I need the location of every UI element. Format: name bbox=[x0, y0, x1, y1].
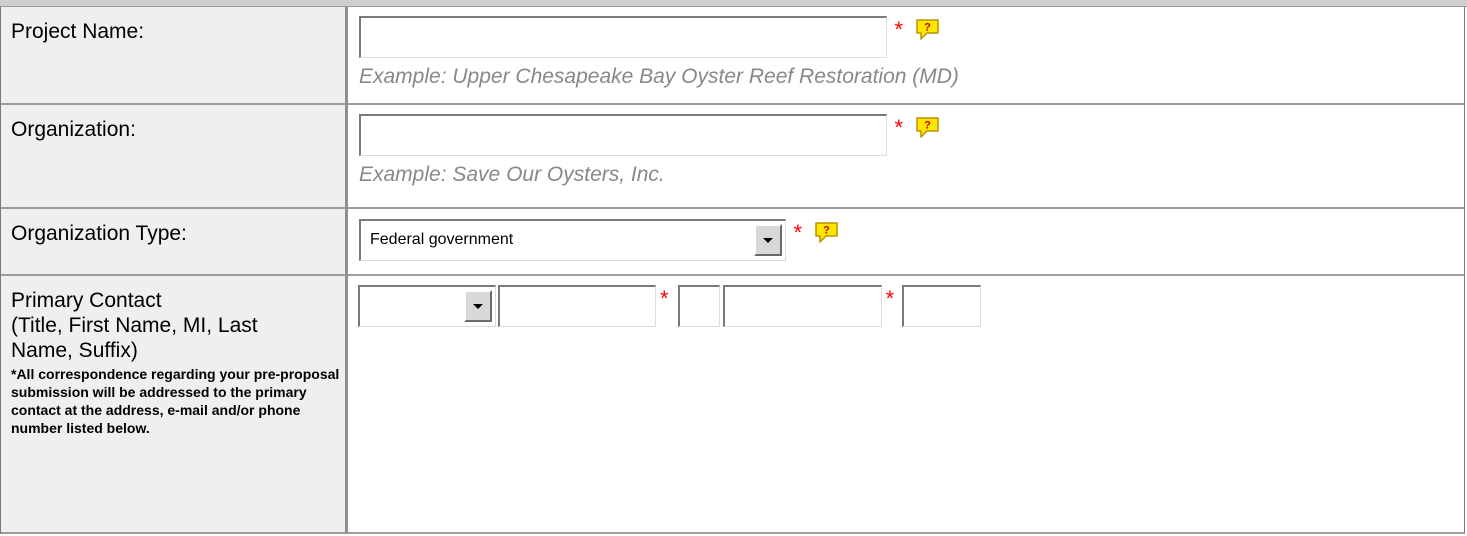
project-name-example: Example: Upper Chesapeake Bay Oyster Ree… bbox=[359, 65, 959, 88]
middle-initial-input[interactable] bbox=[677, 285, 720, 327]
svg-text:?: ? bbox=[925, 22, 932, 34]
primary-contact-inputs: * * bbox=[358, 285, 1464, 327]
last-name-input[interactable] bbox=[722, 285, 882, 327]
organization-field-cell: * ? Example: Save Our Oysters, Inc. bbox=[348, 105, 1465, 209]
required-asterisk: * bbox=[885, 286, 895, 311]
organization-type-row: Organization Type: Federal government * … bbox=[1, 209, 1465, 276]
organization-example: Example: Save Our Oysters, Inc. bbox=[359, 163, 665, 186]
organization-row: Organization: * ? Example: Save Our Oyst… bbox=[1, 105, 1465, 209]
primary-contact-row: Primary Contact (Title, First Name, MI, … bbox=[1, 276, 1465, 534]
dropdown-arrow-icon[interactable] bbox=[754, 224, 782, 256]
required-asterisk: * bbox=[660, 286, 669, 311]
organization-type-select[interactable]: Federal government bbox=[359, 219, 786, 261]
first-name-input[interactable] bbox=[498, 285, 656, 327]
organization-label: Organization: bbox=[1, 105, 348, 209]
primary-contact-label-line: Name, Suffix) bbox=[11, 339, 138, 362]
required-asterisk: * bbox=[793, 220, 803, 245]
project-name-row: Project Name: * ? Example: Upper Chesape… bbox=[1, 7, 1465, 105]
help-icon[interactable]: ? bbox=[914, 115, 941, 139]
organization-input[interactable] bbox=[359, 114, 887, 156]
project-name-input[interactable] bbox=[359, 16, 887, 58]
primary-contact-field-cell: * * bbox=[348, 276, 1465, 534]
suffix-input[interactable] bbox=[902, 285, 982, 327]
project-form-table: Project Name: * ? Example: Upper Chesape… bbox=[0, 7, 1465, 534]
project-name-label: Project Name: bbox=[1, 7, 348, 105]
required-asterisk: * bbox=[894, 17, 904, 42]
primary-contact-label-line: Primary Contact bbox=[11, 289, 162, 312]
title-select[interactable] bbox=[358, 285, 496, 327]
organization-type-field-cell: Federal government * ? bbox=[348, 209, 1465, 276]
organization-type-selected-value: Federal government bbox=[370, 231, 514, 248]
required-asterisk: * bbox=[894, 115, 904, 140]
project-name-field-cell: * ? Example: Upper Chesapeake Bay Oyster… bbox=[348, 7, 1465, 105]
dropdown-arrow-icon[interactable] bbox=[464, 290, 492, 322]
svg-text:?: ? bbox=[824, 225, 831, 237]
primary-contact-label-line: (Title, First Name, MI, Last bbox=[11, 314, 258, 337]
organization-type-label: Organization Type: bbox=[1, 209, 348, 276]
help-icon[interactable]: ? bbox=[813, 220, 840, 244]
help-icon[interactable]: ? bbox=[914, 17, 941, 41]
top-border-bar bbox=[0, 0, 1467, 7]
primary-contact-note: *All correspondence regarding your pre-p… bbox=[11, 366, 340, 436]
primary-contact-label-cell: Primary Contact (Title, First Name, MI, … bbox=[1, 276, 348, 534]
svg-text:?: ? bbox=[925, 120, 932, 132]
